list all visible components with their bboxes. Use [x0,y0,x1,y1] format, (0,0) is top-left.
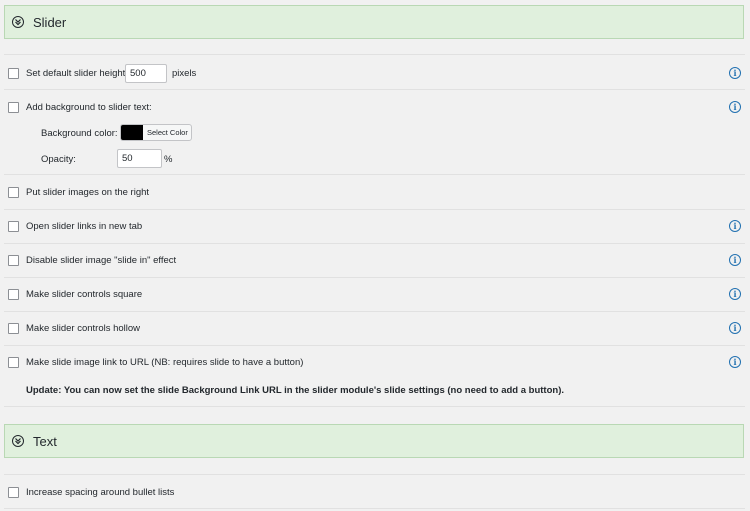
divider [4,345,745,346]
disable-slide-in-checkbox[interactable] [8,254,19,266]
divider [4,406,745,407]
opacity-input[interactable]: 50 [117,149,162,168]
slider-height-input[interactable]: 500 [125,63,167,83]
divider [4,474,745,475]
info-icon[interactable]: i [729,67,741,79]
image-link-checkbox[interactable] [8,356,19,368]
info-icon[interactable]: i [729,356,741,368]
option-slider-background: Add background to slider text: i [0,97,750,117]
background-color-picker[interactable]: Select Color [120,124,192,141]
option-label: Make slide image link to URL (NB: requir… [26,356,304,368]
slider-height-checkbox[interactable] [8,67,19,79]
opacity-label: Opacity: [41,154,76,165]
divider [4,209,745,210]
option-disable-slide-in: Disable slider image "slide in" effect i [0,250,750,270]
images-right-checkbox[interactable] [8,186,19,198]
bullet-spacing-checkbox[interactable] [8,486,19,498]
section-title: Slider [33,14,67,30]
chevron-down-icon[interactable] [12,16,24,28]
chevron-down-icon[interactable] [12,435,24,447]
select-color-button[interactable]: Select Color [143,128,188,137]
update-note: Update: You can now set the slide Backgr… [26,385,565,396]
divider [4,277,745,278]
option-slider-height: Set default slider height: 500 pixels i [0,63,750,83]
option-label: Add background to slider text: [26,101,152,113]
option-new-tab: Open slider links in new tab i [0,216,750,236]
divider [4,174,745,175]
option-bullet-spacing: Increase spacing around bullet lists [0,482,750,502]
controls-hollow-checkbox[interactable] [8,322,19,334]
divider [4,508,745,509]
divider [4,243,745,244]
slider-background-checkbox[interactable] [8,101,19,113]
option-image-link: Make slide image link to URL (NB: requir… [0,352,750,372]
option-label: Put slider images on the right [26,186,150,198]
divider [4,54,745,55]
option-label: Open slider links in new tab [26,220,143,232]
option-label: Disable slider image "slide in" effect [26,254,177,266]
section-header-slider[interactable]: Slider [4,5,744,39]
background-color-label: Background color: [41,128,118,139]
option-images-right: Put slider images on the right [0,182,750,202]
info-icon[interactable]: i [729,220,741,232]
info-icon[interactable]: i [729,288,741,300]
option-label: Make slider controls square [26,288,143,300]
new-tab-checkbox[interactable] [8,220,19,232]
info-icon[interactable]: i [729,101,741,113]
unit-label: pixels [172,67,197,79]
info-icon[interactable]: i [729,254,741,266]
option-label: Set default slider height: [26,67,128,79]
info-icon[interactable]: i [729,322,741,334]
option-label: Make slider controls hollow [26,322,141,334]
section-header-text[interactable]: Text [4,424,744,458]
controls-square-checkbox[interactable] [8,288,19,300]
option-controls-hollow: Make slider controls hollow i [0,318,750,338]
divider [4,311,745,312]
section-title: Text [33,433,57,449]
opacity-unit: % [164,154,173,165]
color-swatch[interactable] [121,125,143,140]
option-controls-square: Make slider controls square i [0,284,750,304]
divider [4,89,745,90]
option-label: Increase spacing around bullet lists [26,486,175,498]
